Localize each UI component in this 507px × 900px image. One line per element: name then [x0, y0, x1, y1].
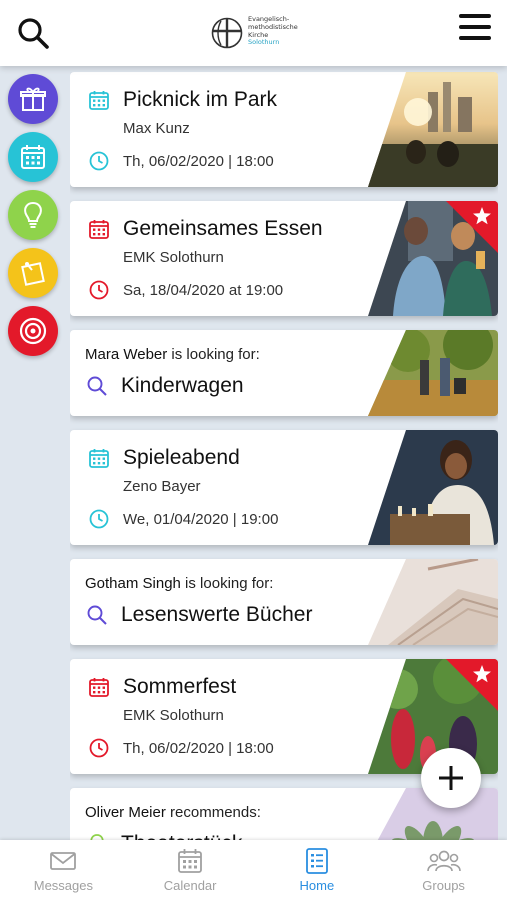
event-organizer: EMK Solothurn	[123, 249, 224, 266]
clock-icon	[89, 151, 109, 171]
logo-city: Solothurn	[248, 38, 280, 47]
nav-home[interactable]: Home	[254, 840, 381, 900]
nav-messages[interactable]: Messages	[0, 840, 127, 900]
event-organizer: EMK Solothurn	[123, 707, 224, 724]
event-photo	[368, 430, 498, 545]
calendar-icon	[178, 849, 203, 873]
poster-line: Mara Weber is looking for:	[85, 346, 260, 363]
event-card[interactable]: Spieleabend Zeno Bayer We, 01/04/2020 | …	[70, 430, 498, 545]
calendar-icon	[89, 678, 109, 697]
group-icon	[426, 850, 461, 872]
gift-category-button[interactable]	[8, 74, 58, 124]
idea-category-button[interactable]	[8, 190, 58, 240]
event-title: Picknick im Park	[123, 88, 278, 111]
event-date: Th, 06/02/2020 | 18:00	[123, 152, 274, 170]
poster-name: Mara Weber	[85, 346, 168, 363]
recommended-item: Theaterstück	[121, 832, 242, 840]
logo-wordmark: Evangelisch- methodistische Kirche Solot…	[248, 15, 318, 47]
nav-calendar[interactable]: Calendar	[127, 840, 254, 900]
search-icon	[87, 605, 107, 625]
clock-icon	[89, 280, 109, 300]
plus-icon	[439, 766, 463, 790]
calendar-icon	[89, 91, 109, 110]
search-icon	[18, 18, 49, 49]
search-icon	[87, 376, 107, 396]
lightbulb-icon	[24, 201, 42, 228]
category-rail	[8, 74, 58, 364]
calendar-icon	[21, 145, 45, 169]
post-photo	[368, 559, 498, 645]
post-intent: is looking for:	[180, 575, 274, 592]
event-card[interactable]: Gemeinsames Essen EMK Solothurn Sa, 18/0…	[70, 201, 498, 316]
poster-line: Oliver Meier recommends:	[85, 804, 261, 821]
star-icon	[473, 665, 491, 683]
note-category-button[interactable]	[8, 248, 58, 298]
event-title: Sommerfest	[123, 675, 237, 698]
search-button[interactable]	[16, 16, 50, 50]
event-date: Sa, 18/04/2020 at 19:00	[123, 281, 284, 299]
looking-for-card[interactable]: Mara Weber is looking for: Kinderwagen	[70, 330, 498, 416]
hamburger-icon	[459, 14, 491, 40]
event-title: Spieleabend	[123, 446, 240, 469]
post-intent: recommends:	[165, 804, 261, 821]
add-post-button[interactable]	[421, 748, 481, 808]
post-intent: is looking for:	[167, 346, 260, 363]
calendar-icon	[89, 449, 109, 468]
event-date: We, 01/04/2020 | 19:00	[123, 510, 279, 528]
poster-name: Gotham Singh	[85, 575, 181, 592]
envelope-icon	[50, 852, 77, 870]
nav-label: Groups	[422, 878, 465, 893]
calendar-icon	[89, 220, 109, 239]
activity-feed: Picknick im Park Max Kunz Th, 06/02/2020…	[70, 72, 498, 840]
bottom-navigation: Messages Calendar Home Groups	[0, 840, 507, 900]
featured-badge	[446, 659, 498, 711]
list-icon	[305, 848, 328, 874]
event-photo	[368, 72, 498, 187]
gift-icon	[20, 87, 46, 111]
lightbulb-icon	[90, 834, 104, 840]
wanted-item: Kinderwagen	[121, 374, 244, 397]
nav-label: Calendar	[163, 878, 217, 893]
event-organizer: Zeno Bayer	[123, 478, 201, 495]
nav-label: Messages	[33, 878, 93, 893]
star-icon	[473, 207, 491, 225]
calendar-category-button[interactable]	[8, 132, 58, 182]
note-icon	[21, 262, 45, 286]
app-header: Evangelisch- methodistische Kirche Solot…	[0, 0, 507, 66]
looking-for-card[interactable]: Gotham Singh is looking for: Lesenswerte…	[70, 559, 498, 645]
clock-icon	[89, 738, 109, 758]
wanted-item: Lesenswerte Bücher	[121, 603, 313, 626]
menu-button[interactable]	[459, 14, 491, 44]
event-title: Gemeinsames Essen	[123, 217, 323, 240]
target-category-button[interactable]	[8, 306, 58, 356]
event-organizer: Max Kunz	[123, 120, 190, 137]
poster-line: Gotham Singh is looking for:	[85, 575, 273, 592]
event-date: Th, 06/02/2020 | 18:00	[123, 739, 274, 757]
post-photo	[368, 330, 498, 416]
featured-badge	[446, 201, 498, 253]
event-card[interactable]: Picknick im Park Max Kunz Th, 06/02/2020…	[70, 72, 498, 187]
church-logo: Evangelisch- methodistische Kirche Solot…	[210, 14, 320, 54]
target-icon	[19, 317, 47, 345]
cross-logo-icon	[211, 17, 243, 49]
nav-label: Home	[299, 878, 335, 893]
clock-icon	[89, 509, 109, 529]
nav-groups[interactable]: Groups	[380, 840, 507, 900]
poster-name: Oliver Meier	[85, 804, 166, 821]
